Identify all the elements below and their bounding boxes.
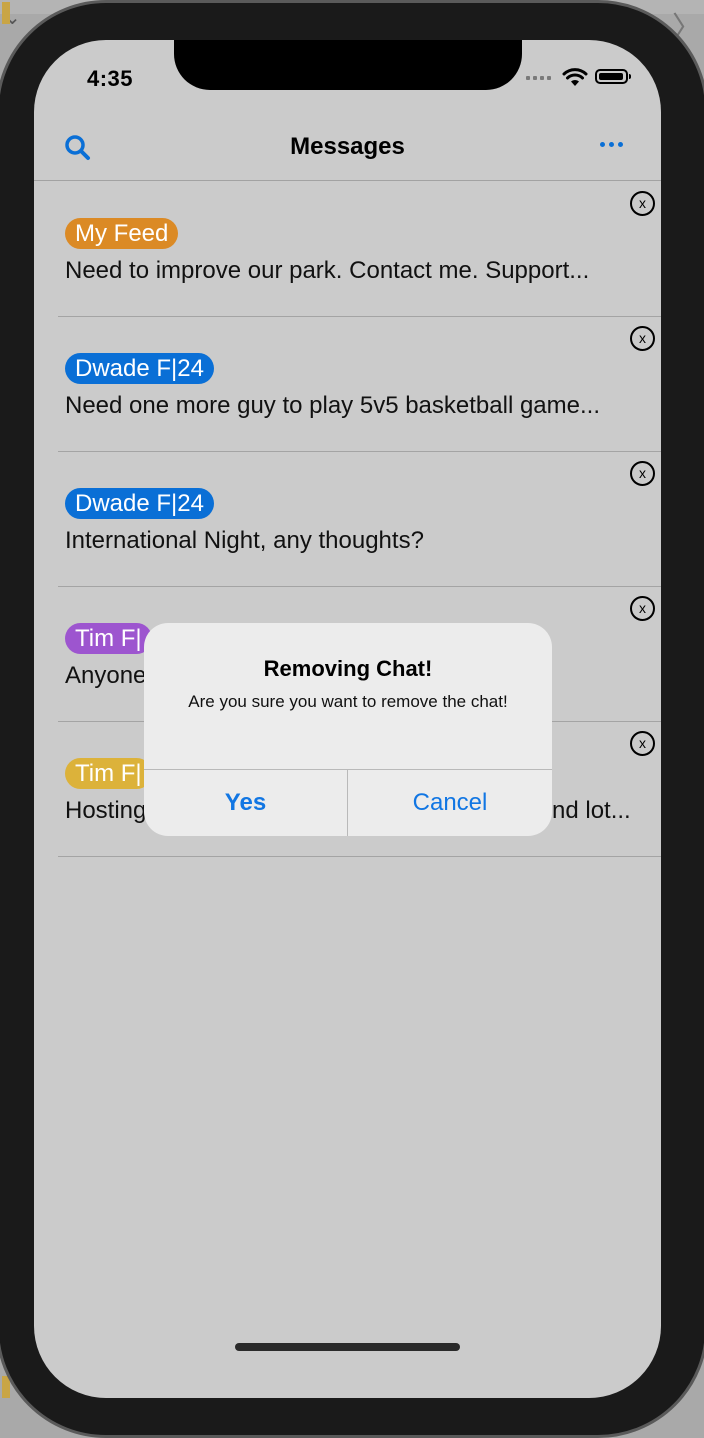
status-time: 4:35 — [87, 66, 134, 91]
navigation-bar: Messages — [34, 120, 661, 181]
chat-tag: Dwade F|24 — [65, 488, 214, 519]
wifi-icon — [562, 68, 588, 86]
chat-message: International Night, any thoughts? — [65, 527, 424, 554]
close-icon[interactable]: x — [630, 326, 655, 351]
chat-message: Hosting — [65, 797, 147, 824]
more-icon[interactable] — [600, 142, 623, 147]
chat-message: Need one more guy to play 5v5 basketball… — [65, 392, 600, 419]
chat-message-tail: nd lot... — [552, 797, 631, 824]
chat-message: Anyone — [65, 662, 147, 689]
chat-tag: Dwade F|24 — [65, 353, 214, 384]
alert-title: Removing Chat! — [263, 656, 433, 681]
desktop-accent-top — [2, 2, 10, 24]
chat-row[interactable]: My Feed Need to improve our park. Contac… — [58, 181, 661, 317]
phone-screen: 4:35 Messages My Feed Need to improve ou… — [34, 40, 661, 1398]
chat-row[interactable]: Dwade F|24 International Night, any thou… — [58, 451, 661, 587]
notch — [174, 40, 522, 90]
close-icon[interactable]: x — [630, 731, 655, 756]
alert-message: Are you sure you want to remove the chat… — [188, 692, 508, 711]
close-icon[interactable]: x — [630, 596, 655, 621]
phone-frame: 4:35 Messages My Feed Need to improve ou… — [0, 0, 704, 1438]
chat-message: Need to improve our park. Contact me. Su… — [65, 257, 590, 284]
chat-tag: Tim F| — [65, 758, 152, 789]
chat-tag: My Feed — [65, 218, 179, 249]
yes-button[interactable]: Yes — [144, 770, 347, 836]
chat-row[interactable]: Dwade F|24 Need one more guy to play 5v5… — [58, 316, 661, 452]
page-title: Messages — [290, 133, 405, 160]
close-icon[interactable]: x — [630, 191, 655, 216]
cancel-button[interactable]: Cancel — [348, 770, 552, 836]
home-indicator[interactable] — [235, 1343, 460, 1351]
battery-icon — [595, 69, 631, 84]
close-icon[interactable]: x — [630, 461, 655, 486]
signal-icon — [526, 76, 551, 80]
chat-tag: Tim F| — [65, 623, 152, 654]
remove-chat-alert: Removing Chat! Are you sure you want to … — [144, 623, 552, 836]
